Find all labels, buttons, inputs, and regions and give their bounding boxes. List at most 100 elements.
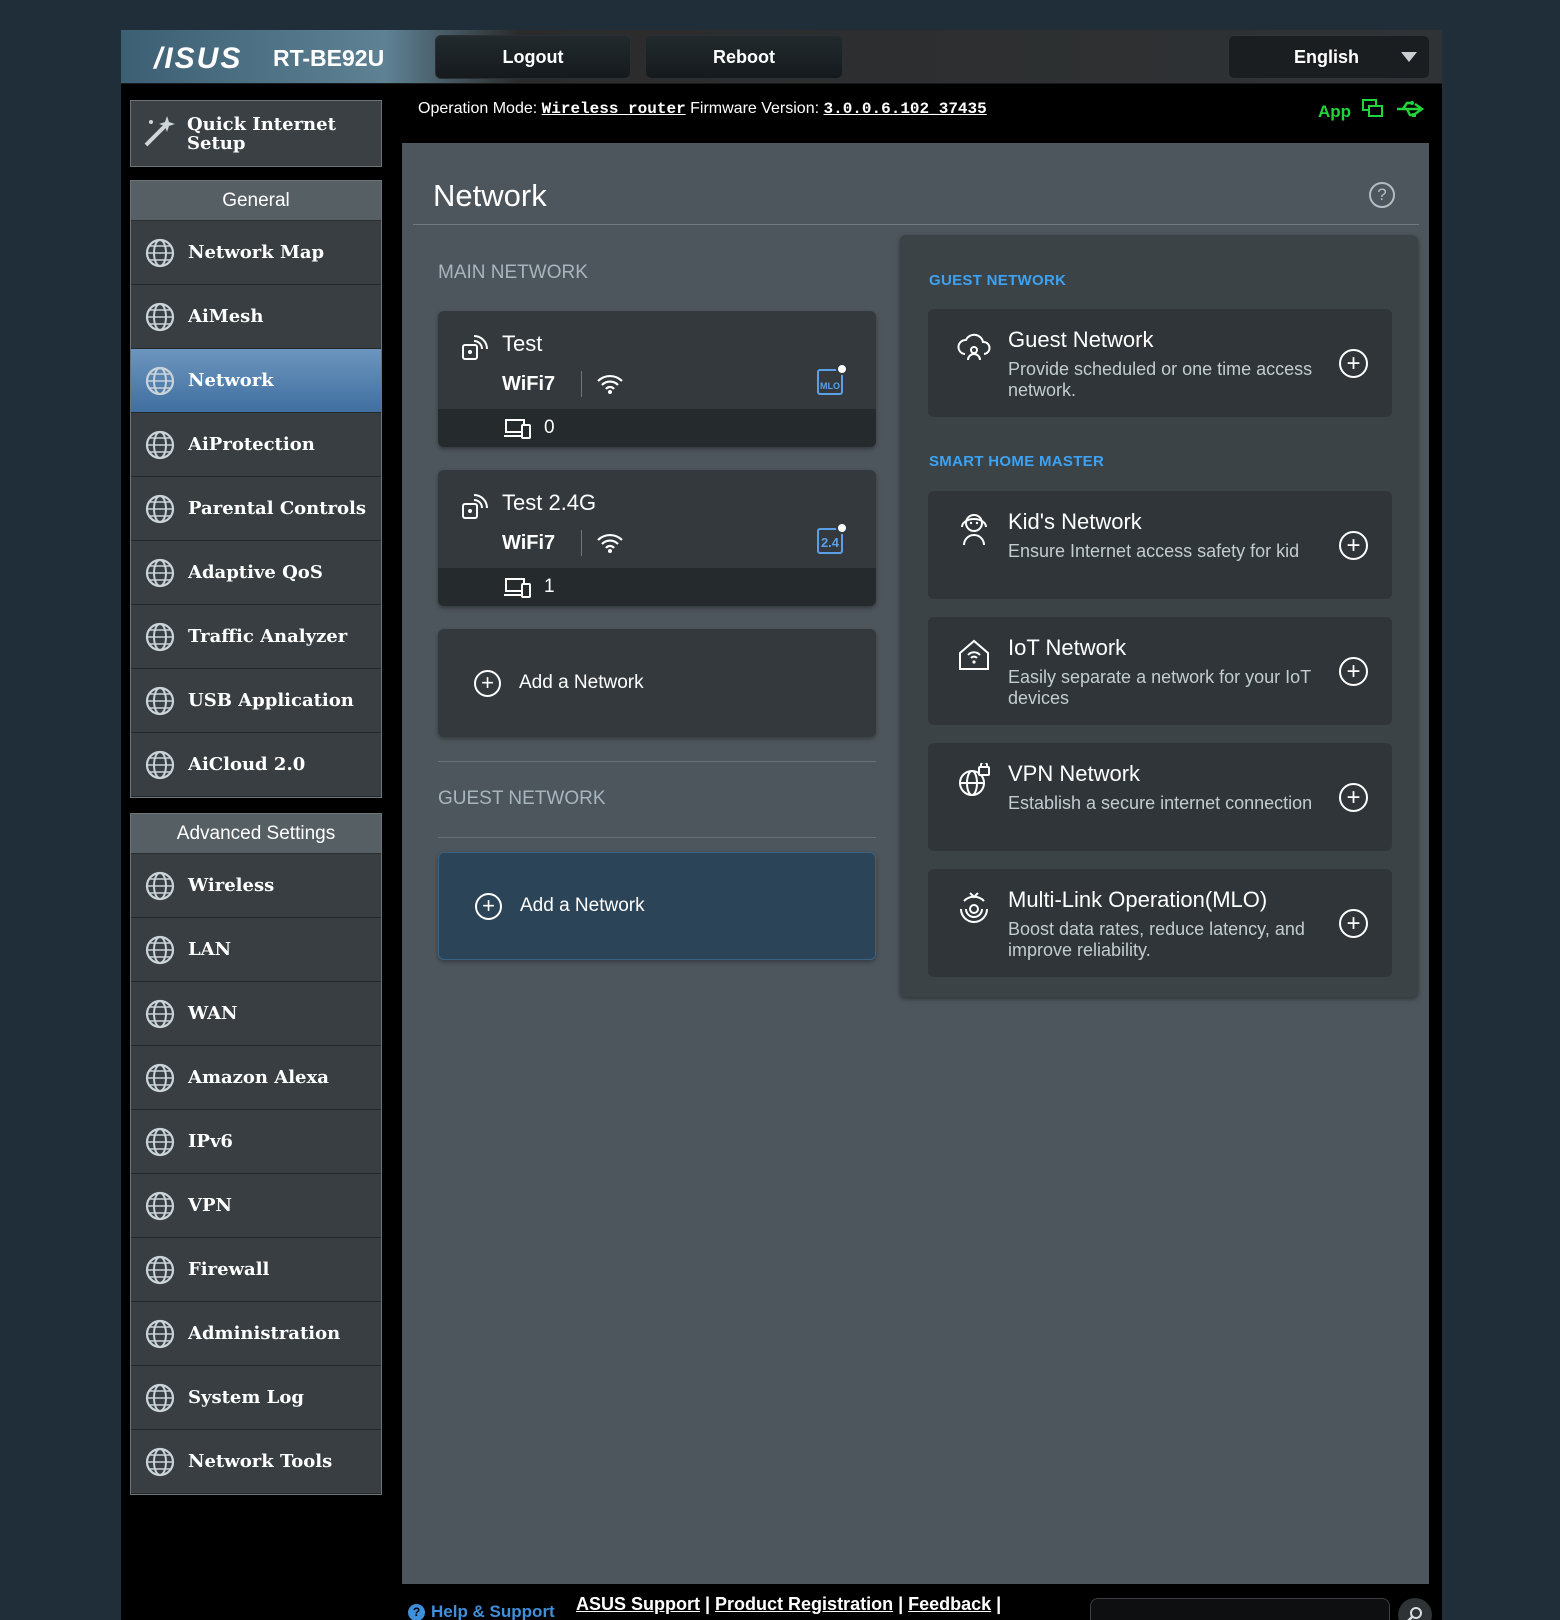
reboot-button[interactable]: Reboot <box>645 35 843 79</box>
qis-label: Quick Internet Setup <box>187 113 336 154</box>
add-guest-network-icon[interactable]: + <box>1339 349 1368 378</box>
feature-title: IoT Network <box>1008 635 1127 660</box>
wifi7-label: WiFi7 <box>502 532 556 554</box>
operation-mode-link[interactable]: Wireless router <box>542 100 686 118</box>
mlo-network-card[interactable]: Multi-Link Operation(MLO) Boost data rat… <box>928 869 1392 977</box>
help-support-label: Help & Support <box>431 1602 555 1620</box>
sidebar-item-label: System Log <box>188 1387 304 1408</box>
sidebar-item-amazon-alexa[interactable]: Amazon Alexa <box>131 1046 381 1110</box>
sidebar-item-vpn[interactable]: VPN <box>131 1174 381 1238</box>
help-icon[interactable]: ? <box>1369 182 1395 208</box>
add-main-network-button[interactable]: + Add a Network <box>438 629 876 737</box>
language-label: English <box>1294 46 1360 67</box>
plus-circle-icon: + <box>474 669 501 697</box>
devices-icon <box>504 576 532 603</box>
general-heading: General <box>131 181 381 221</box>
main-network-label: MAIN NETWORK <box>438 262 588 283</box>
wifi-icon <box>596 373 624 400</box>
wan-globe-icon <box>140 994 180 1034</box>
sidebar-item-usb-application[interactable]: USB Application <box>131 669 381 733</box>
client-bar: 0 <box>438 409 876 447</box>
shield-lock-icon <box>140 425 180 465</box>
divider <box>581 371 582 397</box>
globe-icon <box>140 233 180 273</box>
sidebar-item-label: WAN <box>188 1003 238 1024</box>
sidebar-item-label: AiProtection <box>188 434 315 455</box>
wifi-signal-icon <box>460 333 490 368</box>
sidebar-item-system-log[interactable]: System Log <box>131 1366 381 1430</box>
quick-internet-setup[interactable]: Quick Internet Setup <box>130 100 382 167</box>
add-iot-network-icon[interactable]: + <box>1339 657 1368 686</box>
sidebar-item-ipv6[interactable]: IPv6 <box>131 1110 381 1174</box>
logout-button[interactable]: Logout <box>435 35 631 79</box>
vpn-globe-icon <box>954 761 994 801</box>
chevron-down-icon <box>1401 52 1417 62</box>
search-input[interactable] <box>1090 1598 1390 1620</box>
guest-network-card[interactable]: Guest Network Provide scheduled or one t… <box>928 309 1392 417</box>
advanced-heading: Advanced Settings <box>131 814 381 854</box>
cloud-icon <box>140 745 180 785</box>
model-name: RT-BE92U <box>273 45 385 71</box>
add-kids-network-icon[interactable]: + <box>1339 531 1368 560</box>
operation-mode-label: Operation Mode: <box>418 100 538 117</box>
product-registration-link[interactable]: Product Registration <box>715 1594 893 1614</box>
sidebar-item-network-map[interactable]: Network Map <box>131 221 381 285</box>
add-network-label: Add a Network <box>520 895 645 916</box>
network-name: Test 2.4G <box>502 490 597 515</box>
smart-home-heading: SMART HOME MASTER <box>929 453 1105 470</box>
sidebar-item-label: LAN <box>188 939 232 960</box>
sidebar-item-aiprotection[interactable]: AiProtection <box>131 413 381 477</box>
plus-circle-icon: + <box>475 892 502 920</box>
section-divider <box>438 837 876 838</box>
add-mlo-network-icon[interactable]: + <box>1339 909 1368 938</box>
feature-desc: Boost data rates, reduce latency, and im… <box>1008 919 1305 960</box>
usb-status-icon[interactable] <box>1395 99 1425 124</box>
app-link[interactable]: App <box>1318 102 1351 122</box>
add-vpn-network-icon[interactable]: + <box>1339 783 1368 812</box>
sidebar-item-wireless[interactable]: Wireless <box>131 854 381 918</box>
sidebar-item-label: VPN <box>188 1195 232 1216</box>
divider <box>581 530 582 556</box>
sidebar-item-label: IPv6 <box>188 1131 233 1152</box>
sidebar-item-network[interactable]: Network <box>131 349 381 413</box>
language-select[interactable]: English <box>1228 35 1430 79</box>
sidebar-item-lan[interactable]: LAN <box>131 918 381 982</box>
vpn-network-card[interactable]: VPN Network Establish a secure internet … <box>928 743 1392 851</box>
sidebar-item-wan[interactable]: WAN <box>131 982 381 1046</box>
network-card[interactable]: Test 2.4G WiFi7 2.4 1 <box>438 470 876 606</box>
add-guest-network-button[interactable]: + Add a Network <box>438 852 876 960</box>
network-card[interactable]: Test WiFi7 MLO 0 <box>438 311 876 447</box>
sidebar-item-label: AiCloud 2.0 <box>188 754 306 775</box>
sidebar-item-traffic-analyzer[interactable]: Traffic Analyzer <box>131 605 381 669</box>
section-divider <box>438 761 876 762</box>
system-log-icon <box>140 1378 180 1418</box>
sidebar-item-aimesh[interactable]: AiMesh <box>131 285 381 349</box>
general-menu: General Network Map AiMesh Network AiProtec… <box>130 180 382 798</box>
feedback-link[interactable]: Feedback <box>908 1594 991 1614</box>
band-badge-icon: 2.4 <box>817 522 848 554</box>
network-name: Test <box>502 331 543 356</box>
sidebar-item-aicloud-2-0[interactable]: AiCloud 2.0 <box>131 733 381 797</box>
asus-support-link[interactable]: ASUS Support <box>576 1594 700 1614</box>
sidebar-item-network-tools[interactable]: Network Tools <box>131 1430 381 1494</box>
dual-monitor-icon[interactable] <box>1361 98 1385 125</box>
firmware-version-link[interactable]: 3.0.0.6.102_37435 <box>824 100 987 118</box>
feature-title: VPN Network <box>1008 761 1141 786</box>
iot-network-card[interactable]: IoT Network Easily separate a network fo… <box>928 617 1392 725</box>
sidebar-item-parental-controls[interactable]: Parental Controls <box>131 477 381 541</box>
sidebar-item-administration[interactable]: Administration <box>131 1302 381 1366</box>
sidebar-item-firewall[interactable]: Firewall <box>131 1238 381 1302</box>
footer-links: ASUS Support | Product Registration | Fe… <box>576 1594 1002 1614</box>
kids-network-card[interactable]: Kid's Network Ensure Internet access saf… <box>928 491 1392 599</box>
client-count: 1 <box>544 576 555 597</box>
sidebar-item-label: Network Tools <box>188 1451 333 1472</box>
sidebar-item-adaptive-qos[interactable]: Adaptive QoS <box>131 541 381 605</box>
guest-cloud-icon <box>954 327 994 367</box>
wand-icon <box>141 112 179 155</box>
feature-title: Multi-Link Operation(MLO) <box>1008 887 1268 912</box>
wifi-icon <box>596 532 624 559</box>
guest-network-label: GUEST NETWORK <box>438 788 606 809</box>
mlo-badge-label: MLO <box>820 381 840 391</box>
help-support-link[interactable]: ? Help & Support <box>408 1602 555 1620</box>
feature-desc: Ensure Internet access safety for kid <box>1008 541 1300 561</box>
